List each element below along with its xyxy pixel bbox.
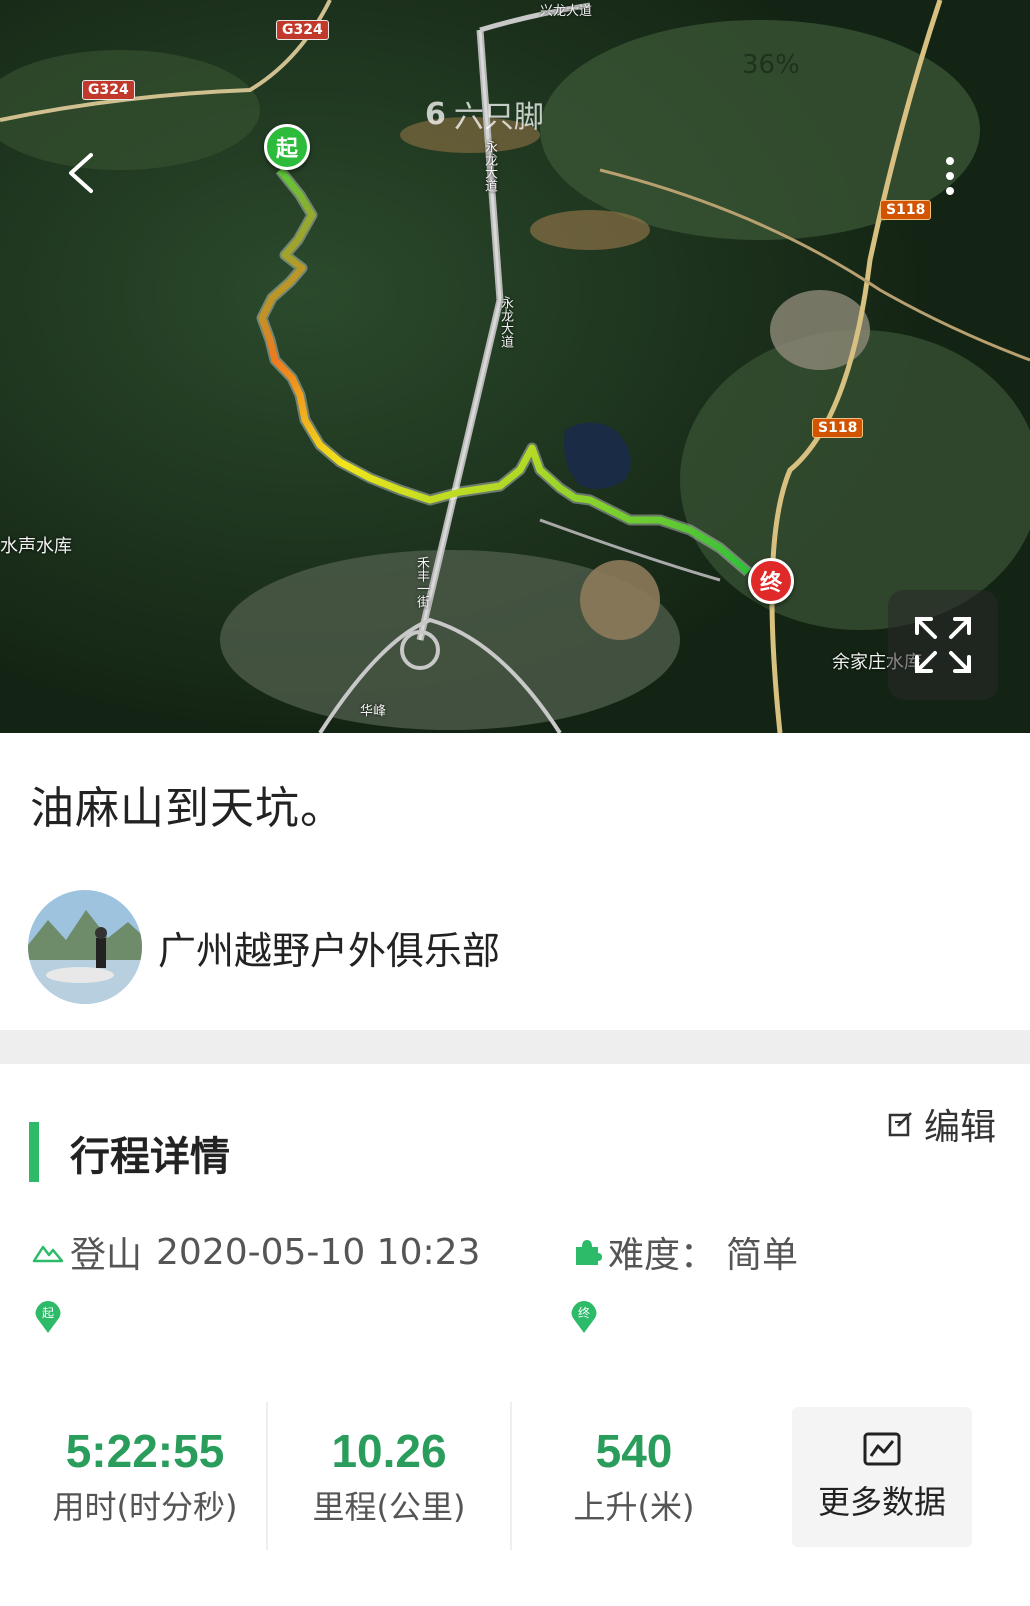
- more-options-button[interactable]: [935, 148, 965, 204]
- start-pin-icon: 起: [35, 1301, 61, 1333]
- fullscreen-icon: [915, 617, 971, 673]
- back-button[interactable]: [56, 145, 104, 201]
- svg-text:终: 终: [578, 1305, 590, 1320]
- section-title: 行程详情: [70, 1134, 230, 1180]
- stat-value: 10.26: [331, 1425, 447, 1477]
- road-name-label: 禾丰一街: [414, 556, 429, 608]
- road-shield-s118: S118: [880, 200, 932, 220]
- trip-datetime: 2020-05-10 10:23: [156, 1231, 481, 1273]
- more-data-label: 更多数据: [817, 1483, 946, 1521]
- stat-label: 里程(公里): [312, 1488, 466, 1526]
- difficulty-label: 难度：: [608, 1235, 717, 1276]
- avatar[interactable]: [28, 890, 142, 1004]
- edit-icon: [888, 1112, 912, 1137]
- end-marker[interactable]: 终: [748, 558, 794, 604]
- app-watermark: 6 六只脚: [425, 92, 544, 136]
- route-title: 油麻山到天坑。: [30, 783, 345, 834]
- road-shield-g324: G324: [276, 20, 329, 40]
- more-vertical-icon: [946, 157, 954, 165]
- status-battery-ghost: 36%: [742, 50, 800, 80]
- place-label: 水声水库: [0, 536, 72, 557]
- chart-icon: [863, 1432, 901, 1466]
- road-name-label: 永龙大道: [482, 140, 497, 192]
- footprint-icon: 6: [425, 96, 446, 132]
- mountain-icon: [32, 1245, 64, 1263]
- road-name-label: 兴龙大道: [540, 4, 593, 19]
- stat-distance: 10.26 里程(公里): [268, 1402, 512, 1550]
- stat-ascent: 540 上升(米): [512, 1402, 756, 1550]
- author-profile[interactable]: 广州越野户外俱乐部: [28, 890, 500, 1004]
- chevron-left-icon: [69, 153, 93, 193]
- stat-value: 540: [595, 1425, 673, 1477]
- start-marker[interactable]: 起: [264, 124, 310, 170]
- road-shield-s118: S118: [812, 418, 864, 438]
- fullscreen-button[interactable]: [888, 590, 998, 700]
- difficulty-row: 难度： 简单: [572, 1226, 798, 1278]
- stat-value: 5:22:55: [65, 1425, 225, 1477]
- stat-duration: 5:22:55 用时(时分秒): [24, 1402, 268, 1550]
- edit-button[interactable]: 编辑: [888, 1098, 996, 1150]
- road-name-label: 永龙大道: [498, 296, 513, 348]
- more-data-button[interactable]: 更多数据: [792, 1407, 972, 1547]
- difficulty-value: 简单: [726, 1235, 799, 1276]
- stat-label: 用时(时分秒): [52, 1488, 238, 1526]
- svg-text:起: 起: [42, 1306, 54, 1320]
- trip-type-row: 登山 2020-05-10 10:23: [32, 1226, 480, 1278]
- section-accent-bar: [29, 1122, 39, 1182]
- stat-label: 上升(米): [573, 1488, 695, 1526]
- section-divider: [0, 1030, 1030, 1064]
- end-pin-icon: 终: [571, 1301, 597, 1333]
- watermark-text: 六只脚: [453, 100, 544, 135]
- trip-type: 登山: [70, 1235, 143, 1276]
- road-name-label: 华峰: [360, 704, 387, 719]
- puzzle-icon: [576, 1240, 602, 1265]
- author-name[interactable]: 广州越野户外俱乐部: [158, 920, 500, 975]
- edit-label: 编辑: [924, 1107, 997, 1148]
- road-shield-g324: G324: [82, 80, 135, 100]
- route-map[interactable]: G324 G324 S118 S118 水声水库 余家庄水库 永龙大道 永龙大道…: [0, 0, 1030, 733]
